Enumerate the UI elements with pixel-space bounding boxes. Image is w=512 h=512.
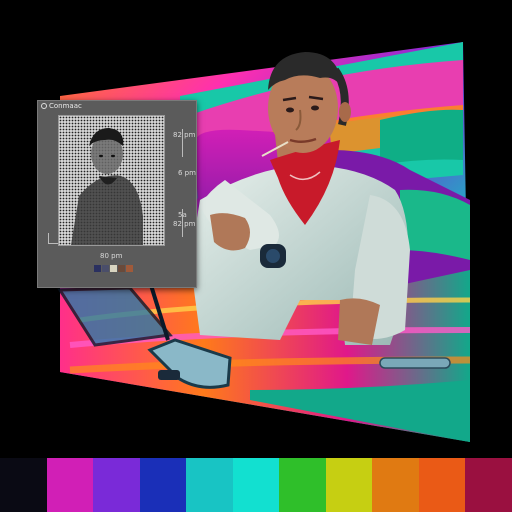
color-swatches [94,265,133,272]
measure-label-mid: 6 pm [178,169,196,177]
palette-swatch [325,458,373,512]
measure-label-lower: 82 pm [173,220,196,228]
color-palette-strip [0,458,512,512]
circle-icon [41,103,47,109]
reference-panel-title: Conmaac [41,102,82,110]
reference-panel: Conmaac 82 pm 6 pm 5a 82 pm 80 pm [37,100,197,288]
reference-swatch [126,265,133,272]
palette-swatch [418,458,466,512]
measure-label-lower-b: 5a [178,211,187,219]
palette-swatch [232,458,280,512]
palette-swatch [372,458,419,512]
reference-swatch [102,265,109,272]
palette-swatch [465,458,512,512]
palette-swatch [139,458,187,512]
palette-swatch [279,458,326,512]
reference-swatch [118,265,125,272]
reference-photo [58,115,165,246]
reference-swatch [94,265,101,272]
measure-label-bottom: 80 pm [100,252,123,260]
palette-swatch [186,458,233,512]
measure-label-top: 82 pm [173,131,196,139]
palette-swatch [0,458,47,512]
reference-swatch [110,265,117,272]
palette-swatch [46,458,94,512]
palette-swatch [93,458,140,512]
